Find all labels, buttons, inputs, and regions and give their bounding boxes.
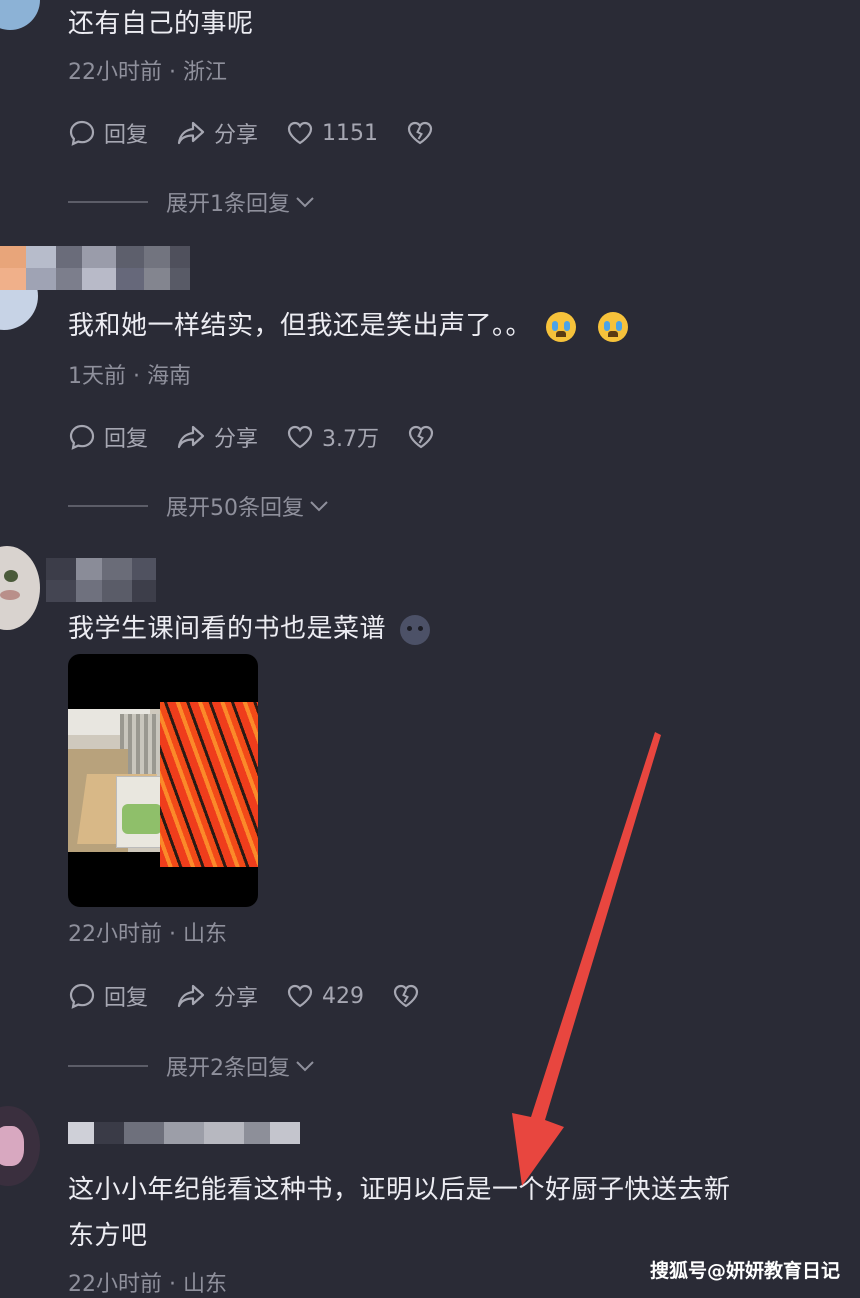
red-annotation-arrow (512, 732, 661, 1186)
watermark: 搜狐号@妍妍教育日记 (649, 1260, 840, 1282)
